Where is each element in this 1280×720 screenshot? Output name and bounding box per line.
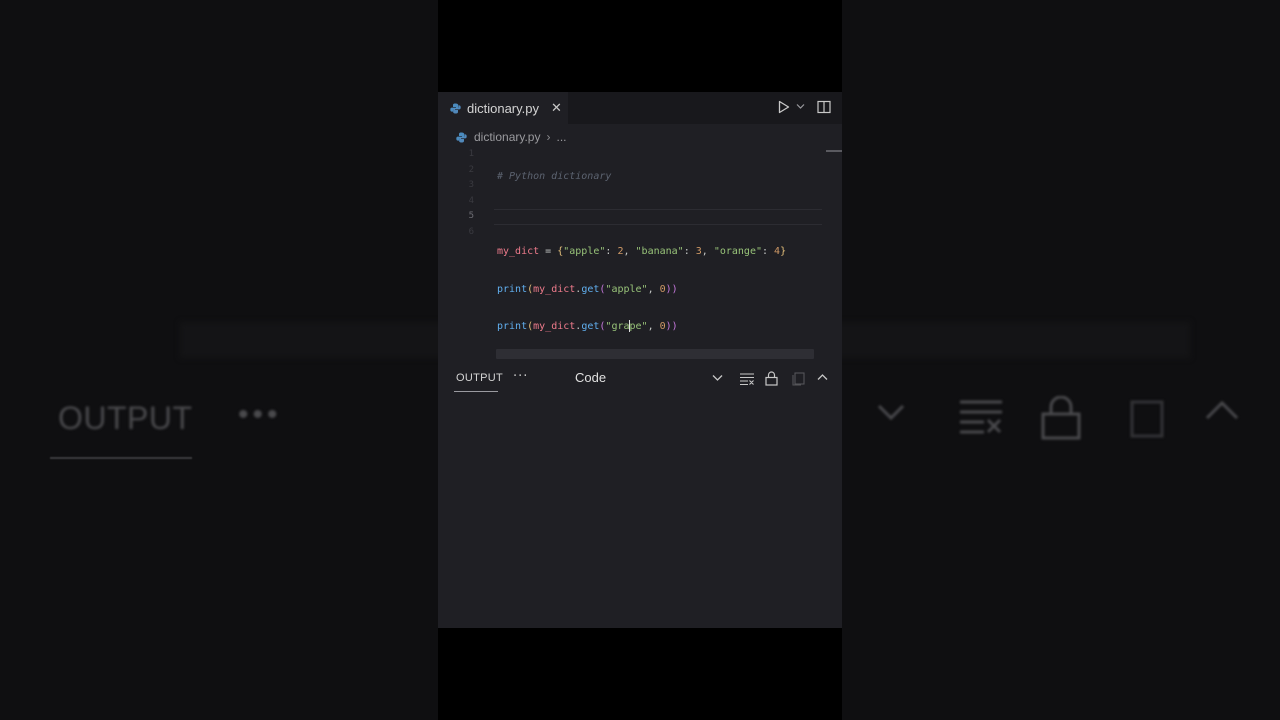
background-blur-right: [842, 0, 1280, 720]
background-copy-icon: [1130, 400, 1164, 438]
code-line-3: my_dict = {"apple": 2, "banana": 3, "ora…: [497, 244, 786, 260]
token-colon: :: [605, 246, 618, 258]
token-function: print: [497, 321, 528, 333]
token-brace: }: [780, 246, 787, 258]
minimap-indicator[interactable]: [826, 150, 842, 152]
token-variable: my_dict: [533, 321, 576, 333]
token-string: pe": [629, 321, 648, 333]
token-comma: ,: [647, 321, 660, 333]
token-string: "apple": [605, 283, 648, 295]
background-output-label: OUTPUT: [58, 400, 193, 436]
token-method: get: [581, 283, 600, 295]
token-method: get: [581, 321, 600, 333]
code-line-1: # Python dictionary: [497, 169, 786, 185]
breadcrumb-more[interactable]: ...: [556, 130, 566, 144]
background-lock-icon: [1041, 396, 1081, 440]
line-number: 3: [468, 180, 474, 191]
background-chevron-up-icon: [1205, 400, 1239, 420]
token-comma: ,: [701, 246, 714, 258]
background-clear-icon: [960, 400, 1002, 434]
lock-icon[interactable]: [765, 371, 778, 386]
breadcrumb-separator: ›: [546, 130, 551, 144]
background-blur-left: [0, 0, 438, 720]
token-comma: ,: [647, 283, 660, 295]
chevron-down-icon[interactable]: [712, 374, 723, 382]
split-editor-icon[interactable]: [817, 100, 831, 114]
tab-close-button[interactable]: ✕: [551, 101, 562, 116]
panel-more-button[interactable]: ···: [513, 369, 528, 384]
token-string: "banana": [635, 246, 684, 258]
line-number-active: 5: [468, 211, 474, 222]
breadcrumb-python-icon: [456, 132, 467, 142]
background-dots: •••: [238, 398, 282, 431]
tab-output-underline: [454, 391, 498, 392]
tab-dictionary-py[interactable]: dictionary.py ✕: [438, 92, 568, 124]
copy-icon[interactable]: [791, 371, 807, 386]
token-variable: my_dict: [533, 283, 576, 295]
token-variable: my_dict: [497, 246, 540, 258]
token-comma: ,: [623, 246, 636, 258]
output-channel-select[interactable]: Code: [575, 370, 606, 385]
clear-output-icon[interactable]: [739, 372, 755, 386]
code-line-5: print(my_dict.get("grape", 0)): [497, 319, 786, 335]
horizontal-scrollbar[interactable]: [496, 349, 814, 359]
code-line-4: print(my_dict.get("apple", 0)): [497, 282, 786, 298]
token-operator: =: [539, 246, 558, 258]
tab-output[interactable]: OUTPUT: [456, 372, 503, 384]
token-colon: :: [762, 246, 775, 258]
line-number: 6: [468, 226, 474, 237]
breadcrumb: dictionary.py › ...: [456, 129, 567, 145]
run-icon[interactable]: [778, 100, 790, 114]
token-paren: )): [665, 283, 678, 295]
run-options-chevron-down-icon[interactable]: [796, 103, 805, 110]
token-string: "apple": [563, 246, 606, 258]
python-file-icon: [450, 103, 461, 113]
editor-window: dictionary.py ✕ dictionary.py › ... 1 2 …: [438, 92, 842, 628]
tab-label: dictionary.py: [467, 100, 540, 116]
code-comment: # Python dictionary: [497, 171, 612, 182]
token-colon: :: [683, 246, 696, 258]
line-number: 4: [468, 195, 474, 206]
line-number: 1: [468, 149, 474, 159]
token-string: "orange": [713, 246, 762, 258]
chevron-up-icon[interactable]: [817, 373, 828, 381]
token-function: print: [497, 283, 528, 295]
background-output-underline: [50, 457, 192, 459]
line-number: 2: [468, 164, 474, 175]
editor-tab-bar: dictionary.py ✕: [438, 92, 842, 124]
token-string: "gra: [605, 321, 630, 333]
panel-header: OUTPUT ··· Code: [438, 366, 842, 394]
line-number-gutter: 1 2 3 4 5 6: [458, 147, 474, 241]
token-paren: )): [665, 321, 678, 333]
background-chevron-down-icon: [877, 404, 905, 421]
breadcrumb-file[interactable]: dictionary.py: [474, 130, 540, 144]
